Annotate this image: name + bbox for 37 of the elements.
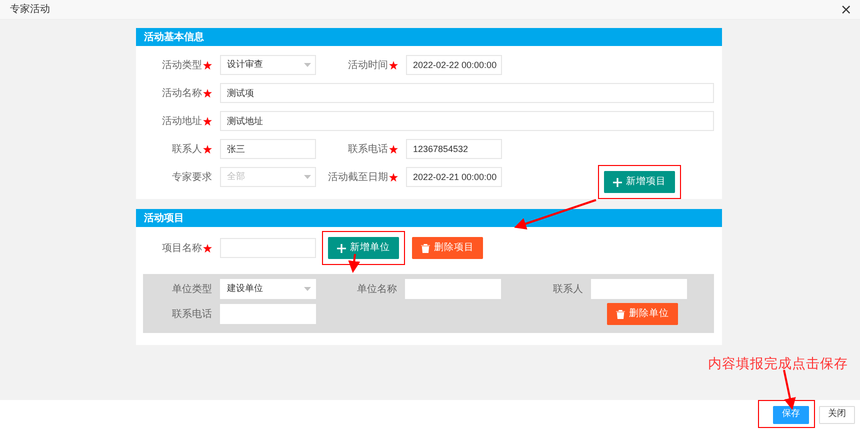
- trash-icon: [421, 244, 430, 252]
- field-label: 项目名称: [162, 242, 202, 256]
- select-field[interactable]: 建设单位: [220, 279, 316, 299]
- field-label: 联系人: [553, 282, 583, 296]
- field-label: 联系电话: [172, 308, 212, 322]
- section-header: 活动基本信息: [136, 28, 722, 46]
- field-label: 活动时间: [348, 58, 388, 72]
- add-button[interactable]: 新增单位: [328, 237, 399, 259]
- dropdown-caret-icon: [304, 175, 311, 179]
- select-field[interactable]: 设计审查: [220, 55, 316, 75]
- window-title: 专家活动: [10, 2, 50, 17]
- close-button[interactable]: ×: [840, 2, 852, 16]
- field-label: 联系人: [172, 142, 202, 156]
- field-label: 联系电话: [348, 142, 388, 156]
- input-field[interactable]: [220, 238, 316, 258]
- input-field[interactable]: 测试地址: [220, 111, 714, 131]
- close-button[interactable]: 关闭: [819, 406, 855, 424]
- plus-icon: [337, 244, 346, 252]
- dropdown-caret-icon: [304, 287, 311, 291]
- field-label: 单位类型: [172, 282, 212, 296]
- input-field[interactable]: 测试项: [220, 83, 714, 103]
- field-label: 活动名称: [162, 86, 202, 100]
- input-field[interactable]: 2022-02-21 00:00:00: [406, 167, 502, 187]
- input-field[interactable]: 张三: [220, 139, 316, 159]
- trash-icon: [616, 310, 625, 318]
- field-label: 活动截至日期: [328, 170, 388, 184]
- annotation-text: 内容填报完成点击保存: [708, 355, 848, 374]
- dropdown-caret-icon: [304, 63, 311, 67]
- plus-icon: [613, 178, 622, 186]
- input-field[interactable]: 12367854532: [406, 139, 502, 159]
- field-label: 单位名称: [357, 282, 397, 296]
- section-header: 活动项目: [136, 209, 722, 227]
- field-label: 活动地址: [162, 114, 202, 128]
- field-label: 专家要求: [172, 170, 212, 184]
- add-button[interactable]: 新增项目: [604, 171, 675, 193]
- field-label: 活动类型: [162, 58, 202, 72]
- input-field[interactable]: 2022-02-22 00:00:00: [406, 55, 502, 75]
